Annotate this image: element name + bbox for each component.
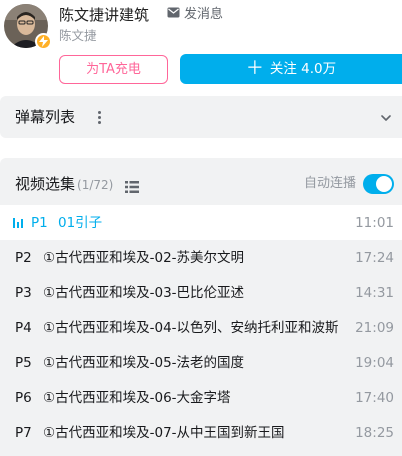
episode-number: P5	[15, 355, 32, 371]
episode-list: P1 01引子 11:01 P2 ①古代西亚和埃及-02-苏美尔文明 17:24…	[0, 205, 402, 450]
danmaku-list-bar[interactable]: 弹幕列表	[0, 96, 402, 138]
plus-icon: ＋	[245, 58, 264, 79]
envelope-icon	[167, 6, 180, 24]
episode-number: P7	[15, 425, 32, 441]
autoplay-toggle[interactable]	[363, 174, 394, 194]
episode-item[interactable]: P2 ①古代西亚和埃及-02-苏美尔文明 17:24	[0, 240, 402, 275]
episode-item[interactable]: P1 01引子 11:01	[0, 205, 402, 240]
episode-title: ①古代西亚和埃及-03-巴比伦亚述	[43, 285, 245, 301]
avatar-wrap[interactable]	[4, 4, 52, 50]
message-label: 发消息	[184, 7, 224, 22]
uploader-name[interactable]: 陈文捷讲建筑	[59, 5, 149, 25]
episode-duration: 14:31	[355, 285, 394, 301]
episode-duration: 19:04	[355, 355, 394, 371]
episode-number: P2	[15, 250, 32, 266]
episode-number: P3	[15, 285, 32, 301]
episode-number: P1	[31, 215, 48, 231]
episode-duration: 17:24	[355, 250, 394, 266]
episode-item[interactable]: P6 ①古代西亚和埃及-06-大金字塔 17:40	[0, 380, 402, 415]
episode-title: 01引子	[58, 215, 103, 231]
list-icon[interactable]	[125, 178, 139, 197]
playing-bars-icon	[13, 218, 23, 228]
toggle-knob	[376, 176, 392, 192]
episode-title: ①古代西亚和埃及-05-法老的国度	[43, 355, 245, 371]
episode-item[interactable]: P3 ①古代西亚和埃及-03-巴比伦亚述 14:31	[0, 275, 402, 310]
episode-title: ①古代西亚和埃及-07-从中王国到新王国	[43, 425, 285, 441]
playlist-count: (1/72)	[77, 178, 114, 192]
episode-number: P6	[15, 390, 32, 406]
episode-title: ①古代西亚和埃及-04-以色列、安纳托利亚和波斯	[43, 320, 339, 336]
danmaku-title: 弹幕列表	[15, 108, 76, 126]
lightning-icon	[35, 33, 52, 50]
charge-button[interactable]: 为TA充电	[59, 55, 168, 84]
episode-title: ①古代西亚和埃及-06-大金字塔	[43, 390, 231, 406]
episode-duration: 18:25	[355, 425, 394, 441]
playlist-header: 视频选集 (1/72) 自动连播	[0, 158, 402, 206]
follow-label: 关注 4.0万	[269, 61, 337, 77]
playlist-title: 视频选集 (1/72)	[15, 174, 113, 195]
playlist-title-text: 视频选集	[15, 175, 76, 193]
message-button[interactable]: 发消息	[167, 6, 223, 24]
uploader-description: 陈文捷	[59, 28, 97, 43]
uploader-header: 陈文捷讲建筑 发消息 陈文捷 为TA充电 ＋ 关注 4.0万	[0, 0, 402, 92]
episode-item[interactable]: P7 ①古代西亚和埃及-07-从中王国到新王国 18:25	[0, 415, 402, 450]
chevron-down-icon[interactable]	[379, 110, 393, 129]
episode-item[interactable]: P4 ①古代西亚和埃及-04-以色列、安纳托利亚和波斯 21:09	[0, 310, 402, 345]
kebab-icon[interactable]	[93, 108, 105, 126]
follow-button[interactable]: ＋ 关注 4.0万	[180, 54, 402, 84]
episode-item[interactable]: P5 ①古代西亚和埃及-05-法老的国度 19:04	[0, 345, 402, 380]
episode-duration: 11:01	[355, 215, 394, 231]
autoplay-label: 自动连播	[304, 176, 357, 191]
episode-duration: 21:09	[355, 320, 394, 336]
video-playlist: 视频选集 (1/72) 自动连播 P1 01引子 11:01 P2 ①古代西亚和埃…	[0, 158, 402, 456]
episode-number: P4	[15, 320, 32, 336]
episode-duration: 17:40	[355, 390, 394, 406]
episode-title: ①古代西亚和埃及-02-苏美尔文明	[43, 250, 245, 266]
